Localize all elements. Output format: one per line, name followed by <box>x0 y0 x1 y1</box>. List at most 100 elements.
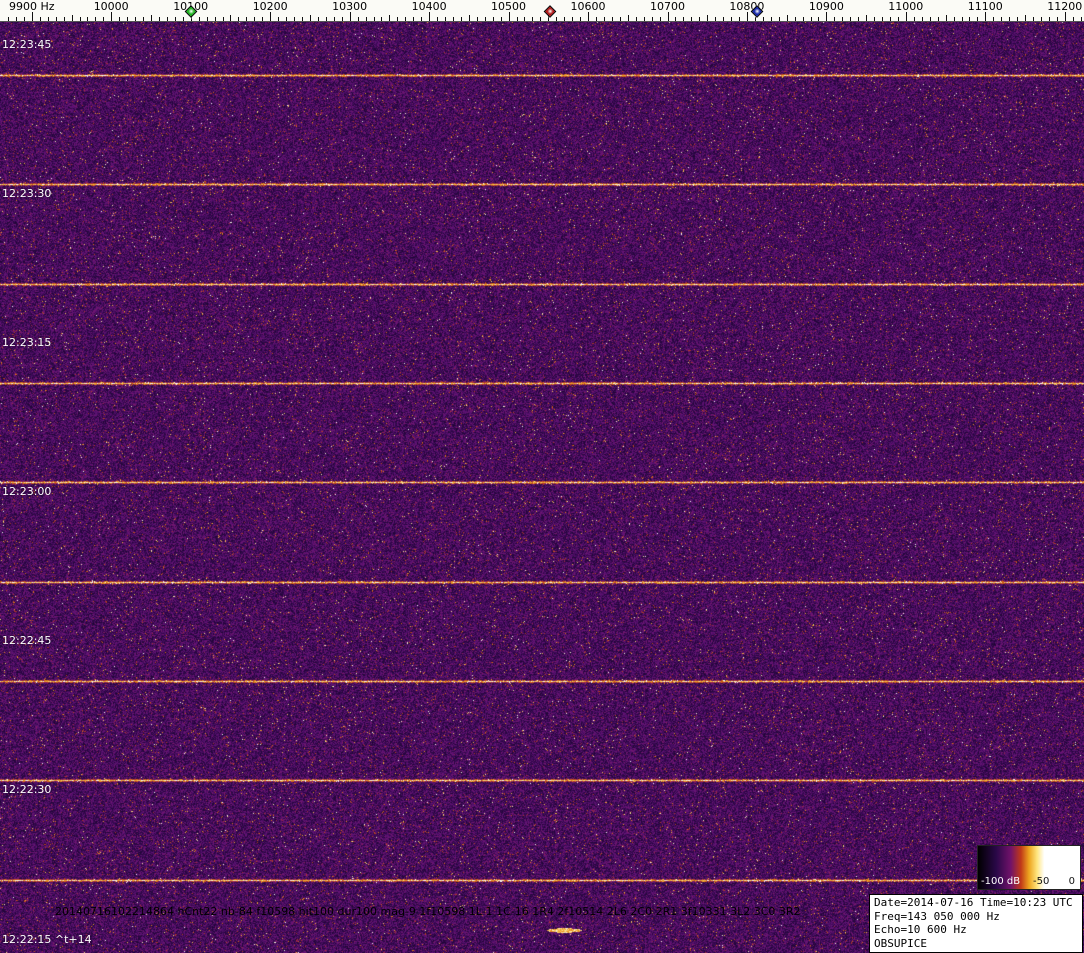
ruler-tick <box>48 17 49 21</box>
ruler-tick <box>556 17 557 21</box>
ruler-tick <box>914 17 915 21</box>
observation-info-box: Date=2014-07-16 Time=10:23 UTC Freq=143 … <box>869 894 1083 953</box>
time-label: 12:22:30 <box>2 783 51 796</box>
ruler-tick <box>72 15 73 21</box>
ruler-tick <box>143 17 144 21</box>
ruler-tick <box>119 17 120 21</box>
ruler-tick <box>95 17 96 21</box>
ruler-tick <box>56 17 57 21</box>
ruler-label: 10300 <box>332 0 367 13</box>
ruler-tick <box>389 15 390 21</box>
ruler-tick <box>64 17 65 21</box>
ruler-label: 10400 <box>412 0 447 13</box>
ruler-tick <box>262 17 263 21</box>
ruler-tick <box>787 15 788 21</box>
ruler-tick <box>580 17 581 21</box>
ruler-tick <box>381 17 382 21</box>
ruler-tick <box>818 17 819 21</box>
info-frequency: Freq=143 050 000 Hz <box>874 910 1078 924</box>
time-label: 12:23:00 <box>2 485 51 498</box>
ruler-tick <box>826 12 827 21</box>
ruler-tick <box>715 17 716 21</box>
ruler-tick <box>485 17 486 21</box>
ruler-tick <box>8 17 9 21</box>
ruler-tick <box>612 17 613 21</box>
ruler-tick <box>318 17 319 21</box>
ruler-tick <box>374 17 375 21</box>
ruler-tick <box>517 17 518 21</box>
spectrogram-canvas[interactable] <box>0 22 1084 953</box>
ruler-tick <box>652 17 653 21</box>
frequency-ruler[interactable]: 9900 Hz100001010010200103001040010500106… <box>0 0 1084 22</box>
ruler-tick <box>803 17 804 21</box>
ruler-tick <box>707 15 708 21</box>
ruler-tick <box>604 17 605 21</box>
ruler-tick <box>310 15 311 21</box>
ruler-tick <box>834 17 835 21</box>
ruler-tick <box>493 17 494 21</box>
ruler-tick <box>477 17 478 21</box>
ruler-tick <box>763 17 764 21</box>
ruler-tick <box>199 17 200 21</box>
ruler-tick <box>922 17 923 21</box>
ruler-tick <box>103 17 104 21</box>
intensity-legend: -100 dB -50 0 <box>977 845 1081 890</box>
ruler-tick <box>24 17 25 21</box>
ruler-tick <box>246 17 247 21</box>
ruler-tick <box>1041 17 1042 21</box>
ruler-tick <box>151 15 152 21</box>
ruler-tick <box>898 17 899 21</box>
ruler-tick <box>779 17 780 21</box>
ruler-tick <box>993 17 994 21</box>
detection-status-line: 20140716102214864 hCnt22 nb-84 f10598 hi… <box>55 905 801 918</box>
ruler-tick <box>731 17 732 21</box>
ruler-tick <box>437 17 438 21</box>
ruler-label: 10000 <box>94 0 129 13</box>
ruler-tick <box>342 17 343 21</box>
ruler-tick <box>1049 17 1050 21</box>
time-label: 12:23:15 <box>2 336 51 349</box>
time-label: 12:22:45 <box>2 634 51 647</box>
ruler-label: 11000 <box>888 0 923 13</box>
ruler-tick <box>1073 17 1074 21</box>
ruler-tick <box>628 15 629 21</box>
ruler-tick <box>620 17 621 21</box>
ruler-tick <box>930 17 931 21</box>
ruler-tick <box>985 12 986 21</box>
ruler-tick <box>350 12 351 21</box>
ruler-tick <box>40 17 41 21</box>
ruler-tick <box>127 17 128 21</box>
ruler-tick <box>366 17 367 21</box>
time-label: 12:23:30 <box>2 187 51 200</box>
ruler-label: 10900 <box>809 0 844 13</box>
ruler-tick <box>135 17 136 21</box>
ruler-tick <box>501 17 502 21</box>
ruler-tick <box>540 17 541 21</box>
ruler-tick <box>882 17 883 21</box>
ruler-tick <box>207 17 208 21</box>
time-label-bottom: 12:22:15 ^t+14 <box>2 933 92 946</box>
legend-label-mid: -50 <box>1033 876 1049 888</box>
ruler-tick <box>461 17 462 21</box>
ruler-tick <box>532 17 533 21</box>
ruler-tick <box>977 17 978 21</box>
spectrogram-app: 9900 Hz100001010010200103001040010500106… <box>0 0 1084 953</box>
info-date-time: Date=2014-07-16 Time=10:23 UTC <box>874 896 1078 910</box>
ruler-tick <box>874 17 875 21</box>
ruler-tick <box>1065 12 1066 21</box>
ruler-tick <box>1001 17 1002 21</box>
ruler-tick <box>524 17 525 21</box>
ruler-tick <box>636 17 637 21</box>
ruler-tick <box>644 17 645 21</box>
ruler-tick <box>660 17 661 21</box>
ruler-label: 11100 <box>968 0 1003 13</box>
ruler-tick <box>278 17 279 21</box>
ruler-tick <box>286 17 287 21</box>
marker-red-diamond-icon[interactable] <box>544 5 557 18</box>
info-station-name: OBSUPICE <box>874 937 1078 951</box>
ruler-tick <box>445 17 446 21</box>
ruler-tick <box>668 12 669 21</box>
ruler-label: 11200 <box>1047 0 1082 13</box>
ruler-tick <box>842 17 843 21</box>
ruler-tick <box>215 17 216 21</box>
